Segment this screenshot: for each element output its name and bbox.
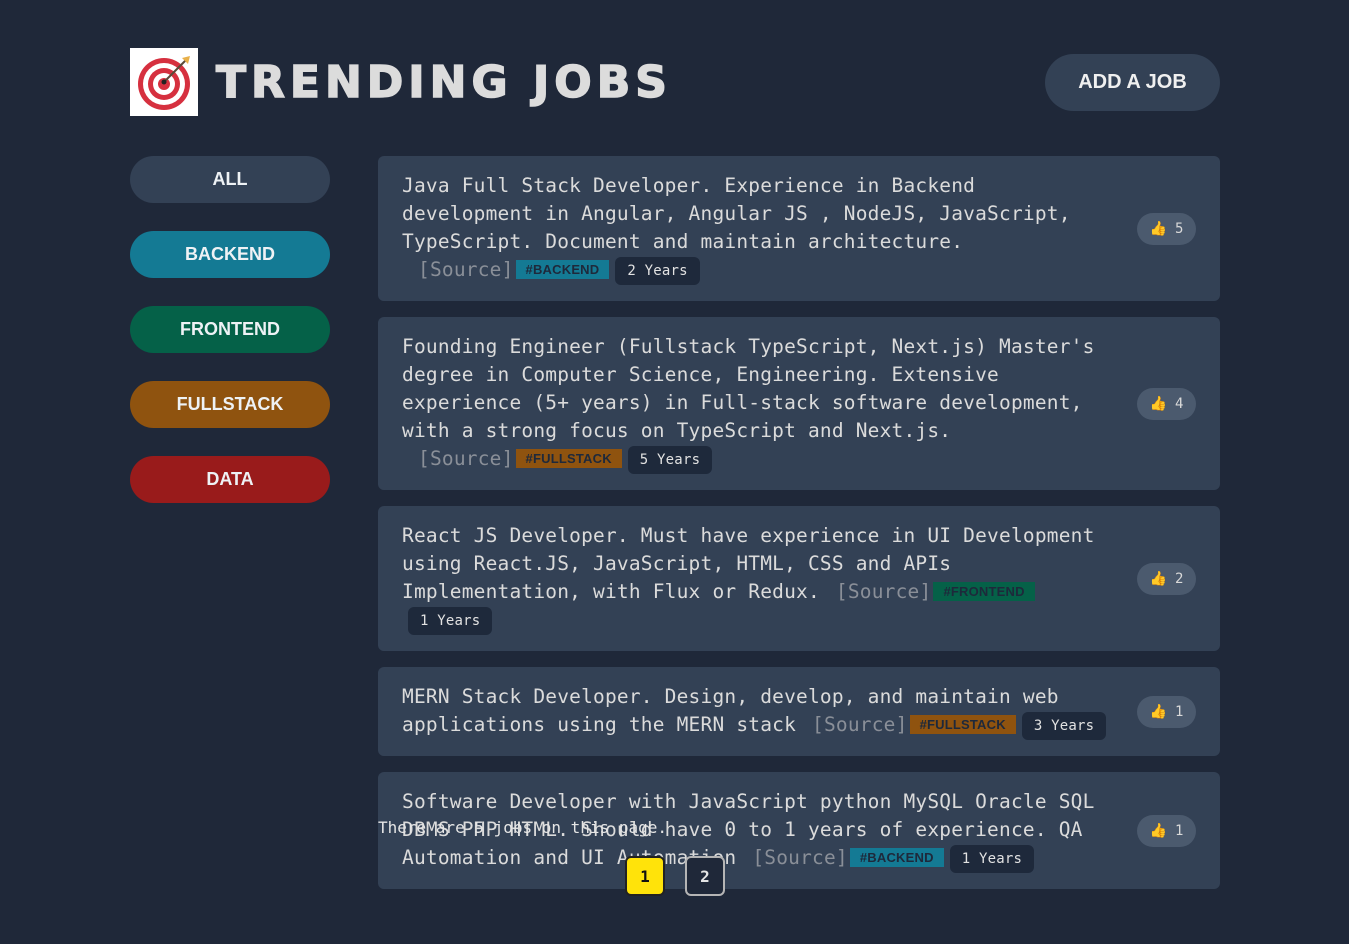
experience-badge: 1 Years: [949, 845, 1035, 873]
jobs-count-text: There are 5 jobs on this page.: [378, 818, 667, 837]
upvote-button[interactable]: 👍 1: [1137, 814, 1196, 847]
category-button-backend[interactable]: BACKEND: [130, 231, 330, 278]
vote-count: 5: [1175, 220, 1184, 237]
category-button-data[interactable]: DATA: [130, 456, 330, 503]
source-link[interactable]: [Source]: [418, 447, 514, 470]
upvote-button[interactable]: 👍 1: [1137, 695, 1196, 728]
job-card: Founding Engineer (Fullstack TypeScript,…: [378, 317, 1220, 490]
category-tag: #FRONTEND: [933, 582, 1035, 601]
job-description: MERN Stack Developer. Design, develop, a…: [402, 683, 1114, 740]
source-link[interactable]: [Source]: [752, 846, 848, 869]
page-button-2[interactable]: 2: [685, 856, 725, 896]
thumbs-up-icon: 👍: [1149, 703, 1167, 720]
upvote-button[interactable]: 👍 5: [1137, 212, 1196, 245]
vote-count: 4: [1175, 395, 1184, 412]
category-button-fullstack[interactable]: FULLSTACK: [130, 381, 330, 428]
category-button-frontend[interactable]: FRONTEND: [130, 306, 330, 353]
job-text: Founding Engineer (Fullstack TypeScript,…: [402, 335, 1095, 442]
category-button-all[interactable]: ALL: [130, 156, 330, 203]
job-card: MERN Stack Developer. Design, develop, a…: [378, 667, 1220, 756]
header: TRENDING JOBS ADD A JOB: [130, 48, 1220, 116]
thumbs-up-icon: 👍: [1149, 822, 1167, 839]
vote-count: 1: [1175, 703, 1184, 720]
brand: TRENDING JOBS: [130, 48, 672, 116]
source-link[interactable]: [Source]: [418, 258, 514, 281]
vote-count: 2: [1175, 570, 1184, 587]
category-tag: #BACKEND: [515, 260, 610, 279]
job-description: React JS Developer. Must have experience…: [402, 522, 1114, 635]
job-text: Java Full Stack Developer. Experience in…: [402, 174, 1071, 253]
job-card: Java Full Stack Developer. Experience in…: [378, 156, 1220, 301]
source-link[interactable]: [Source]: [836, 580, 932, 603]
experience-badge: 1 Years: [408, 607, 493, 635]
thumbs-up-icon: 👍: [1149, 395, 1167, 412]
job-list: Java Full Stack Developer. Experience in…: [378, 156, 1220, 889]
thumbs-up-icon: 👍: [1149, 220, 1167, 237]
page-title: TRENDING JOBS: [215, 56, 672, 109]
experience-badge: 5 Years: [627, 446, 713, 474]
add-job-button[interactable]: ADD A JOB: [1045, 53, 1220, 111]
target-dart-icon: [130, 48, 198, 116]
pagination: 1 2: [625, 856, 725, 896]
category-tag: #FULLSTACK: [909, 715, 1016, 734]
job-card: React JS Developer. Must have experience…: [378, 506, 1220, 651]
thumbs-up-icon: 👍: [1149, 570, 1167, 587]
source-link[interactable]: [Source]: [812, 713, 908, 736]
job-description: Founding Engineer (Fullstack TypeScript,…: [402, 333, 1114, 474]
upvote-button[interactable]: 👍 4: [1137, 387, 1196, 420]
category-sidebar: ALL BACKEND FRONTEND FULLSTACK DATA: [130, 156, 330, 503]
category-tag: #BACKEND: [849, 848, 944, 867]
job-description: Java Full Stack Developer. Experience in…: [402, 172, 1114, 285]
upvote-button[interactable]: 👍 2: [1137, 562, 1196, 595]
category-tag: #FULLSTACK: [515, 449, 622, 468]
experience-badge: 2 Years: [615, 257, 700, 285]
experience-badge: 3 Years: [1021, 712, 1107, 740]
vote-count: 1: [1175, 822, 1184, 839]
page-button-1[interactable]: 1: [625, 856, 665, 896]
